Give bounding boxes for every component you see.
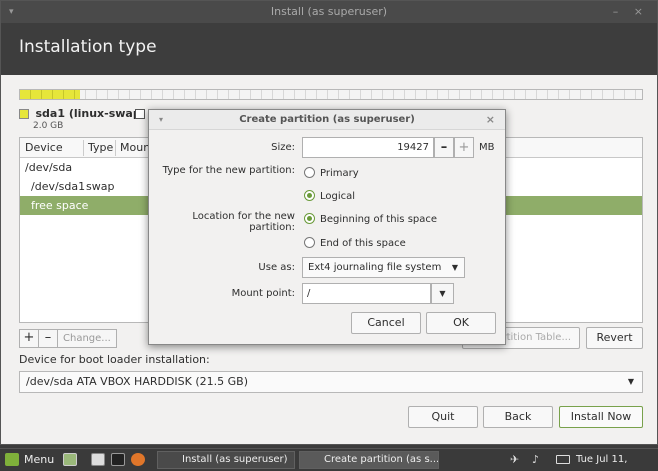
back-button[interactable]: Back <box>483 406 553 428</box>
free-color-swatch <box>135 109 145 119</box>
type-logical-radio[interactable]: Logical <box>304 190 355 202</box>
boot-loader-select[interactable]: /dev/sda ATA VBOX HARDDISK (21.5 GB) ▼ <box>19 371 643 393</box>
type-label: Type for the new partition: <box>162 165 295 176</box>
location-end-radio[interactable]: End of this space <box>304 237 406 249</box>
taskbar: Menu Install (as superuser) Create parti… <box>0 448 658 471</box>
create-partition-dialog: ▾ Create partition (as superuser) × Size… <box>148 109 506 345</box>
size-decrease-button[interactable]: – <box>434 137 454 158</box>
radio-checked-icon <box>304 213 315 224</box>
size-label: Size: <box>271 142 295 153</box>
files-icon[interactable] <box>91 453 105 466</box>
swap-segment <box>20 90 80 99</box>
legend-label: sda1 (linux-swap) <box>35 107 146 120</box>
mint-menu-icon[interactable] <box>5 453 19 466</box>
use-as-select[interactable]: Ext4 journaling file system ▼ <box>302 257 465 278</box>
window-controls[interactable]: – × <box>613 1 649 23</box>
change-partition-button[interactable]: Change... <box>57 329 117 348</box>
volume-icon[interactable]: ♪ <box>532 451 539 469</box>
show-desktop-icon[interactable] <box>63 453 77 466</box>
boot-loader-label: Device for boot loader installation: <box>19 353 210 366</box>
dialog-title: Create partition (as superuser) <box>239 114 415 125</box>
terminal-icon[interactable] <box>111 453 125 466</box>
size-increase-button[interactable]: + <box>454 137 474 158</box>
dialog-titlebar[interactable]: ▾ Create partition (as superuser) × <box>149 110 505 130</box>
clock[interactable]: Tue Jul 11, 04:35 <box>576 451 658 469</box>
close-icon[interactable]: × <box>486 110 495 130</box>
dialog-menu-icon[interactable]: ▾ <box>159 110 163 130</box>
task-install[interactable]: Install (as superuser) <box>157 451 295 469</box>
use-as-label: Use as: <box>258 262 295 273</box>
window-title: Install (as superuser) <box>270 5 388 18</box>
menu-button[interactable]: Menu <box>24 451 54 469</box>
battery-icon[interactable] <box>556 455 570 464</box>
page-title: Installation type <box>19 37 157 57</box>
network-icon[interactable]: ✈ <box>510 451 519 469</box>
partition-buttons: + – Change... <box>19 329 117 348</box>
window-titlebar[interactable]: ▾ Install (as superuser) – × <box>1 1 657 23</box>
ok-button[interactable]: OK <box>426 312 496 334</box>
install-now-button[interactable]: Install Now <box>559 406 643 428</box>
revert-button[interactable]: Revert <box>586 327 643 349</box>
location-label: Location for the new partition: <box>192 211 295 233</box>
column-device[interactable]: Device <box>25 141 63 154</box>
radio-icon <box>304 237 315 248</box>
column-type[interactable]: Type <box>88 141 113 154</box>
add-partition-button[interactable]: + <box>19 329 39 348</box>
size-unit: MB <box>479 142 495 153</box>
radio-icon <box>304 167 315 178</box>
chevron-down-icon: ▼ <box>451 263 458 272</box>
mount-point-input[interactable]: / <box>302 283 431 304</box>
firefox-icon[interactable] <box>131 453 145 466</box>
radio-checked-icon <box>304 190 315 201</box>
cancel-button[interactable]: Cancel <box>351 312 421 334</box>
quit-button[interactable]: Quit <box>408 406 478 428</box>
mount-point-label: Mount point: <box>231 288 295 299</box>
remove-partition-button[interactable]: – <box>38 329 58 348</box>
disk-usage-bar <box>19 89 643 100</box>
type-primary-radio[interactable]: Primary <box>304 167 359 179</box>
page-header: Installation type <box>1 23 657 75</box>
swap-color-swatch <box>19 109 29 119</box>
partition-legend: sda1 (linux-swap) 2.0 GB <box>19 107 146 131</box>
size-input[interactable]: 19427 <box>302 137 434 158</box>
legend-size: 2.0 GB <box>33 121 64 131</box>
chevron-down-icon: ▼ <box>439 289 446 298</box>
window-menu-icon[interactable]: ▾ <box>9 1 14 23</box>
location-beginning-radio[interactable]: Beginning of this space <box>304 213 437 225</box>
task-create-partition[interactable]: Create partition (as s... <box>299 451 439 469</box>
chevron-down-icon: ▼ <box>627 377 634 386</box>
boot-loader-value: /dev/sda ATA VBOX HARDDISK (21.5 GB) <box>26 375 249 388</box>
mount-point-dropdown-button[interactable]: ▼ <box>431 283 454 304</box>
